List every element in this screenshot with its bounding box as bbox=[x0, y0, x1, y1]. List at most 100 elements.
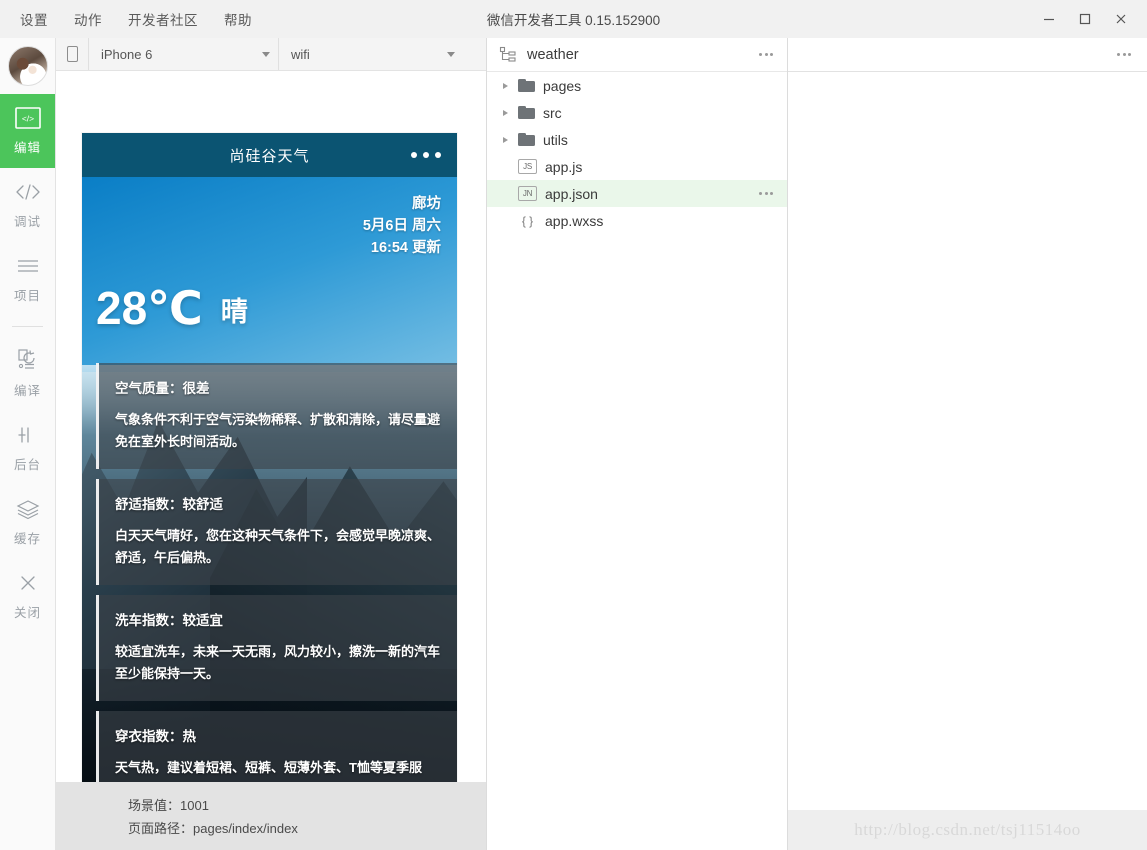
code-angle-icon bbox=[14, 180, 42, 204]
compile-refresh-icon bbox=[14, 349, 42, 373]
rail-item-project-label: 项目 bbox=[13, 289, 41, 303]
editor-pane: http://blog.csdn.net/tsj11514oo bbox=[788, 38, 1147, 850]
editor-toolbar bbox=[788, 38, 1147, 72]
simulator-toolbar: iPhone 6 wifi bbox=[56, 38, 486, 71]
page-path-value: pages/index/index bbox=[193, 821, 298, 836]
tree-node-label: src bbox=[543, 104, 562, 121]
svg-text:</>: </> bbox=[21, 114, 33, 124]
editor-menu-button[interactable] bbox=[1113, 44, 1135, 66]
folder-icon bbox=[518, 79, 535, 92]
simulator-pane: iPhone 6 wifi 尚硅谷天气 廊坊 5月6日 周六 16:54 更新 … bbox=[56, 38, 487, 850]
code-box-icon: </> bbox=[14, 106, 41, 130]
card-text: 较适宜洗车，未来一天无雨，风力较小，擦洗一新的汽车至少能保持一天。 bbox=[115, 644, 441, 681]
more-dots-icon[interactable] bbox=[411, 152, 441, 158]
rail-divider bbox=[12, 326, 43, 327]
temperature-value: 28℃ bbox=[96, 282, 203, 334]
device-select[interactable]: iPhone 6 bbox=[88, 38, 278, 70]
weather-card: 穿衣指数：热 天气热，建议着短裙、短裤、短薄外套、T恤等夏季服装。 bbox=[96, 711, 457, 789]
wxss-file-icon: { } bbox=[521, 213, 534, 228]
rail-item-compile[interactable]: 编译 bbox=[0, 337, 55, 411]
js-file-icon: JS bbox=[518, 159, 537, 174]
chevron-right-icon[interactable] bbox=[501, 109, 510, 116]
menu-item-community[interactable]: 开发者社区 bbox=[126, 6, 200, 32]
scene-value-line: 场景值：1001 bbox=[128, 794, 486, 817]
page-path-label: 页面路径： bbox=[128, 821, 194, 836]
tree-node-app-js[interactable]: JS app.js bbox=[487, 153, 787, 180]
editor-content[interactable]: http://blog.csdn.net/tsj11514oo bbox=[788, 72, 1147, 850]
folder-icon bbox=[518, 133, 535, 146]
avatar[interactable] bbox=[7, 46, 48, 86]
city-label: 廊坊 bbox=[412, 196, 441, 212]
project-name: weather bbox=[527, 46, 579, 63]
network-select[interactable]: wifi bbox=[278, 38, 463, 70]
lines-icon bbox=[16, 254, 40, 278]
weather-card: 洗车指数：较适宜 较适宜洗车，未来一天无雨，风力较小，擦洗一新的汽车至少能保持一… bbox=[96, 595, 457, 701]
card-title: 舒适指数：较舒适 bbox=[115, 497, 223, 512]
watermark-text: http://blog.csdn.net/tsj11514oo bbox=[788, 810, 1147, 850]
close-button[interactable] bbox=[1103, 2, 1139, 36]
rail-item-background[interactable]: 后台 bbox=[0, 411, 55, 485]
weather-card: 空气质量：很差 气象条件不利于空气污染物稀释、扩散和清除，请尽量避免在室外长时间… bbox=[96, 363, 457, 469]
avatar-container[interactable] bbox=[0, 38, 55, 94]
app-window: 设置 动作 开发者社区 帮助 微信开发者工具 0.15.152900 </> 编… bbox=[0, 0, 1147, 850]
card-title: 洗车指数：较适宜 bbox=[115, 613, 223, 628]
tree-node-label: pages bbox=[543, 77, 582, 94]
rail-item-close[interactable]: 关闭 bbox=[0, 559, 55, 633]
menu-item-help[interactable]: 帮助 bbox=[222, 6, 254, 32]
weather-cards: 空气质量：很差 气象条件不利于空气污染物稀释、扩散和清除，请尽量避免在室外长时间… bbox=[96, 363, 457, 789]
card-text: 白天天气晴好，您在这种天气条件下，会感觉早晚凉爽、舒适，午后偏热。 bbox=[115, 528, 441, 565]
background-icon bbox=[16, 423, 40, 447]
rail-item-debug[interactable]: 调试 bbox=[0, 168, 55, 242]
layers-icon bbox=[15, 497, 41, 521]
updated-label: 16:54 更新 bbox=[370, 240, 441, 256]
temperature-row: 28℃ 晴 bbox=[96, 285, 248, 331]
json-file-icon: JN bbox=[518, 186, 537, 201]
rail-item-cache[interactable]: 缓存 bbox=[0, 485, 55, 559]
phone-screen: 廊坊 5月6日 周六 16:54 更新 28℃ 晴 空气质量：很差 气象条件不利… bbox=[82, 177, 457, 789]
window-controls bbox=[1031, 0, 1139, 38]
menu-bar: 设置 动作 开发者社区 帮助 bbox=[0, 6, 254, 32]
tree-node-app-json[interactable]: JN app.json bbox=[487, 180, 787, 207]
file-tree-menu-button[interactable] bbox=[755, 44, 777, 66]
tree-node-label: app.json bbox=[545, 185, 598, 202]
tree-node-label: utils bbox=[543, 131, 568, 148]
rail-item-project[interactable]: 项目 bbox=[0, 242, 55, 316]
minimize-icon bbox=[1044, 18, 1054, 21]
simulator-status-bar: 场景值：1001 页面路径：pages/index/index bbox=[56, 782, 486, 850]
phone-frame: 尚硅谷天气 廊坊 5月6日 周六 16:54 更新 28℃ 晴 空气质量：很差 … bbox=[82, 133, 457, 839]
project-structure-icon bbox=[499, 46, 516, 62]
phone-icon bbox=[66, 46, 78, 62]
file-row-menu-button[interactable] bbox=[755, 183, 777, 205]
close-icon bbox=[1116, 14, 1126, 24]
minimize-button[interactable] bbox=[1031, 2, 1067, 36]
rail-item-cache-label: 缓存 bbox=[13, 532, 41, 546]
card-title: 穿衣指数：热 bbox=[115, 729, 196, 744]
network-select-value: wifi bbox=[291, 46, 310, 62]
tree-node-pages[interactable]: pages bbox=[487, 72, 787, 99]
weather-card: 舒适指数：较舒适 白天天气晴好，您在这种天气条件下，会感觉早晚凉爽、舒适，午后偏… bbox=[96, 479, 457, 585]
rail-item-background-label: 后台 bbox=[13, 458, 41, 472]
phone-title: 尚硅谷天气 bbox=[229, 147, 310, 165]
menu-item-settings[interactable]: 设置 bbox=[18, 6, 50, 32]
tree-node-app-wxss[interactable]: { } app.wxss bbox=[487, 207, 787, 234]
chevron-right-icon[interactable] bbox=[501, 82, 510, 89]
tree-node-label: app.wxss bbox=[545, 212, 604, 229]
menu-item-actions[interactable]: 动作 bbox=[72, 6, 104, 32]
phone-header: 尚硅谷天气 bbox=[82, 133, 457, 177]
scene-value: 1001 bbox=[180, 798, 209, 813]
tree-node-utils[interactable]: utils bbox=[487, 126, 787, 153]
chevron-right-icon[interactable] bbox=[501, 136, 510, 143]
file-tree-pane: weather pages src utils JS app.js JN app… bbox=[487, 38, 788, 850]
maximize-icon bbox=[1079, 13, 1091, 25]
phone-icon-button[interactable] bbox=[56, 38, 88, 70]
rail-item-edit[interactable]: </> 编辑 bbox=[0, 94, 55, 168]
rail-item-edit-label: 编辑 bbox=[13, 141, 41, 155]
title-bar: 设置 动作 开发者社区 帮助 微信开发者工具 0.15.152900 bbox=[0, 0, 1147, 38]
tree-node-src[interactable]: src bbox=[487, 99, 787, 126]
chevron-down-icon bbox=[447, 51, 455, 57]
condition-label: 晴 bbox=[220, 297, 248, 327]
close-x-icon bbox=[17, 571, 39, 595]
simulator-body: 尚硅谷天气 廊坊 5月6日 周六 16:54 更新 28℃ 晴 空气质量：很差 … bbox=[56, 71, 486, 850]
page-path-line: 页面路径：pages/index/index bbox=[128, 817, 486, 840]
maximize-button[interactable] bbox=[1067, 2, 1103, 36]
